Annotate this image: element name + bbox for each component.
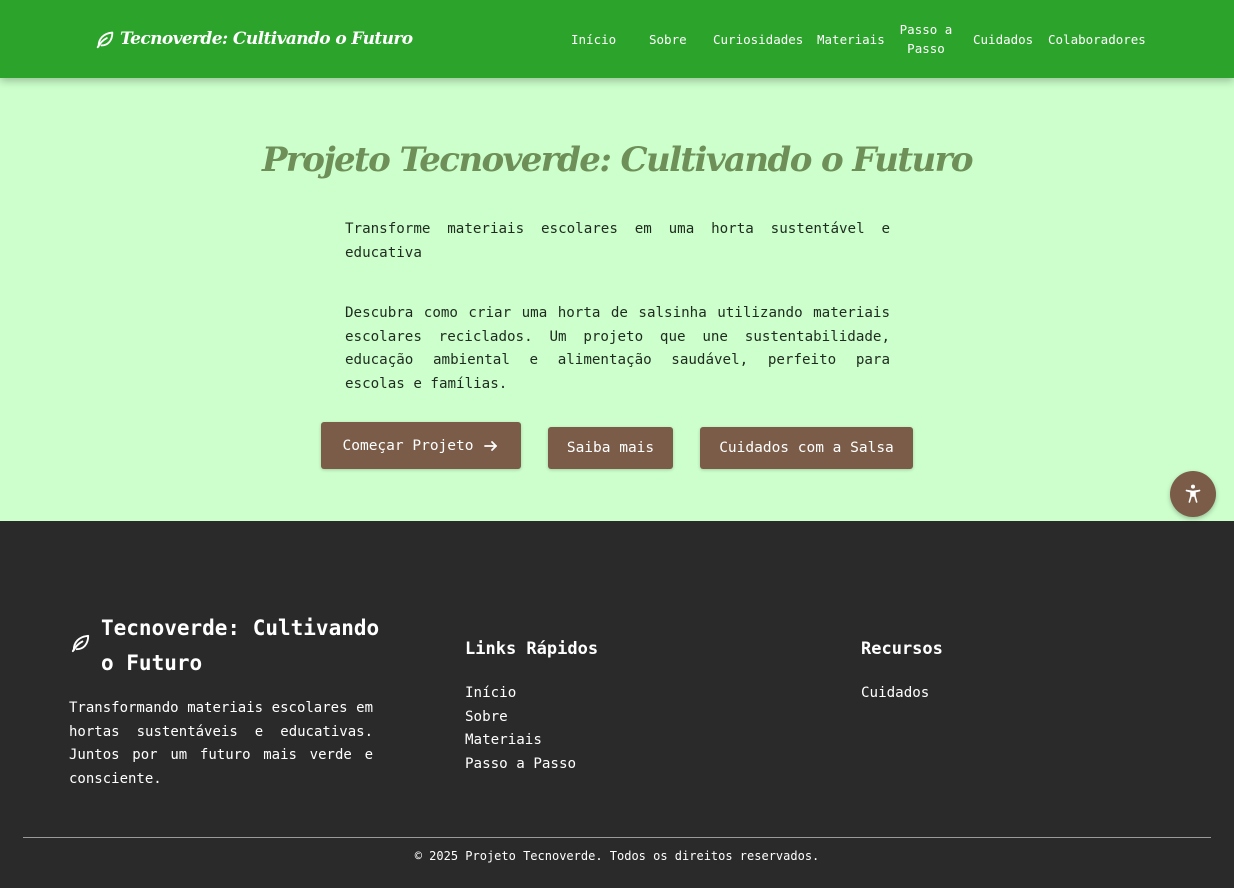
nav-item-inicio[interactable]: Início	[571, 30, 616, 49]
accessibility-button[interactable]	[1170, 471, 1216, 517]
brand-name: Tecnoverde: Cultivando o Futuro	[120, 29, 413, 49]
nav-item-colaboradores[interactable]: Colaboradores	[1048, 30, 1146, 49]
footer-link-sobre[interactable]: Sobre	[465, 706, 576, 730]
nav-item-curiosidades[interactable]: Curiosidades	[713, 30, 803, 49]
resources-list: Cuidados	[861, 682, 929, 706]
brand-logo-link[interactable]: Tecnoverde: Cultivando o Futuro	[94, 26, 413, 52]
footer-link-passo-a-passo[interactable]: Passo a Passo	[465, 753, 576, 777]
footer-link-materiais[interactable]: Materiais	[465, 729, 576, 753]
nav-item-passo-a-passo[interactable]: Passo a Passo	[899, 20, 953, 58]
quick-links-title: Links Rápidos	[465, 639, 599, 659]
footer-divider	[23, 837, 1211, 838]
main-nav: Início Sobre Curiosidades Materiais Pass…	[558, 0, 1158, 78]
start-project-label: Começar Projeto	[342, 437, 474, 454]
site-footer: Tecnoverde: Cultivando o Futuro Transfor…	[0, 521, 1234, 888]
nav-item-cuidados[interactable]: Cuidados	[973, 30, 1033, 49]
accessibility-icon	[1185, 484, 1201, 503]
footer-link-inicio[interactable]: Início	[465, 682, 576, 706]
hero-section: Projeto Tecnoverde: Cultivando o Futuro …	[0, 78, 1234, 521]
site-header: Tecnoverde: Cultivando o Futuro Início S…	[0, 0, 1234, 78]
footer-brand: Tecnoverde: Cultivando o Futuro	[69, 611, 381, 681]
arrow-right-icon	[484, 440, 498, 451]
quick-links-list: Início Sobre Materiais Passo a Passo	[465, 682, 576, 777]
nav-item-sobre[interactable]: Sobre	[649, 30, 687, 49]
parsley-care-button[interactable]: Cuidados com a Salsa	[700, 427, 913, 469]
start-project-button[interactable]: Começar Projeto	[321, 422, 521, 469]
footer-link-cuidados[interactable]: Cuidados	[861, 682, 929, 706]
nav-item-materiais[interactable]: Materiais	[817, 30, 885, 49]
footer-brand-title: Tecnoverde: Cultivando o Futuro	[101, 616, 380, 675]
hero-subtitle: Transforme materiais escolares em uma ho…	[345, 221, 890, 261]
copyright-text: © 2025 Projeto Tecnoverde. Todos os dire…	[414, 849, 820, 863]
leaf-icon	[71, 634, 90, 653]
footer-description: Transformando materiais escolares em hor…	[69, 700, 373, 787]
leaf-icon	[96, 31, 114, 49]
hero-description: Descubra como criar uma horta de salsinh…	[345, 305, 890, 392]
resources-title: Recursos	[861, 639, 943, 659]
hero-title: Projeto Tecnoverde: Cultivando o Futuro	[261, 140, 974, 180]
learn-more-button[interactable]: Saiba mais	[548, 427, 673, 469]
